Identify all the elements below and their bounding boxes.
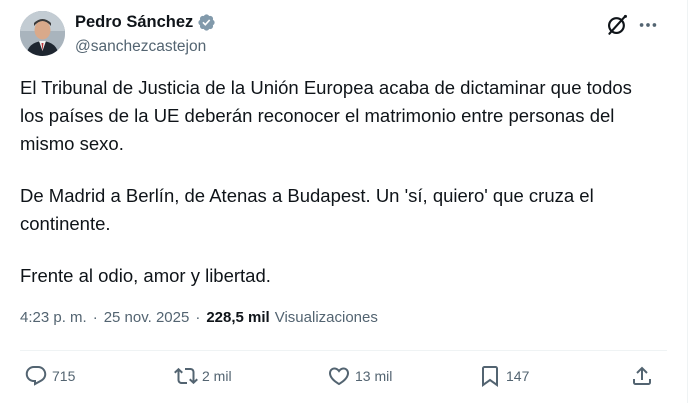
tweet-date[interactable]: 25 nov. 2025 [104, 309, 190, 326]
divider [20, 350, 667, 351]
heart-icon [328, 367, 350, 386]
tweet-meta: 4:23 p. m. · 25 nov. 2025 · 228,5 mil Vi… [20, 309, 378, 326]
tweet-time[interactable]: 4:23 p. m. [20, 309, 87, 326]
bookmark-count: 147 [506, 368, 530, 384]
reply-count: 715 [52, 368, 76, 384]
avatar[interactable] [20, 11, 65, 56]
author-handle[interactable]: @sanchezcastejon [75, 38, 206, 56]
bookmark-icon [482, 366, 498, 387]
reply-button[interactable]: 715 [24, 362, 75, 390]
retweet-button[interactable]: 2 mil [174, 362, 232, 390]
meta-separator: · [92, 309, 98, 326]
tweet-paragraph: Frente al odio, amor y libertad. [20, 265, 271, 286]
tweet-paragraph: El Tribunal de Justicia de la Unión Euro… [20, 77, 632, 154]
author-name-row: Pedro Sánchez [75, 13, 216, 32]
retweet-count: 2 mil [202, 368, 232, 384]
share-button[interactable] [630, 362, 654, 390]
retweet-icon [174, 367, 198, 385]
views-count[interactable]: 228,5 mil [206, 309, 269, 326]
tweet-paragraph: De Madrid a Berlín, de Atenas a Budapest… [20, 185, 594, 234]
reply-icon [25, 366, 47, 386]
action-bar: 715 2 mil 13 mil 147 [0, 362, 688, 390]
tweet-text: El Tribunal de Justicia de la Unión Euro… [20, 74, 660, 290]
avatar-image [20, 11, 65, 56]
grok-icon[interactable] [604, 12, 630, 38]
verified-badge-icon[interactable] [197, 13, 216, 32]
bookmark-button[interactable]: 147 [478, 362, 529, 390]
views-label: Visualizaciones [274, 309, 378, 326]
author-name[interactable]: Pedro Sánchez [75, 13, 193, 32]
like-button[interactable]: 13 mil [327, 362, 392, 390]
meta-separator: · [195, 309, 201, 326]
share-icon [633, 366, 651, 385]
like-count: 13 mil [355, 368, 393, 384]
tweet-card: Pedro Sánchez @sanchezcastejon El Tribun… [0, 0, 688, 403]
more-options-icon[interactable] [637, 14, 659, 36]
